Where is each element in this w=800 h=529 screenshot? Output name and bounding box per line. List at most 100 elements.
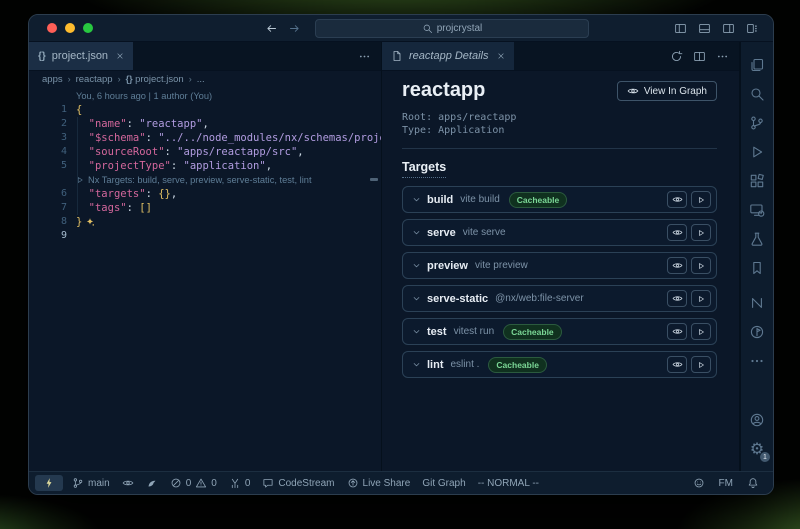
target-test-run-button[interactable] xyxy=(691,323,711,340)
status-live-share[interactable]: Live Share xyxy=(341,472,417,494)
target-command: vitest run xyxy=(454,326,495,337)
status-notifications[interactable] xyxy=(741,472,765,494)
line-number: 4 xyxy=(29,145,67,159)
target-card-preview[interactable]: previewvite preview xyxy=(402,252,717,279)
status-pet[interactable] xyxy=(140,472,164,494)
activity-accounts[interactable] xyxy=(741,405,773,434)
status-git-branch[interactable]: main xyxy=(66,472,116,494)
target-serve-static-view-button[interactable] xyxy=(667,290,687,307)
codelens-row: You, 6 hours ago | 1 author (You) xyxy=(29,89,381,103)
back-icon[interactable] xyxy=(265,22,278,35)
type-value: Application xyxy=(438,125,504,136)
view-in-graph-button[interactable]: View In Graph xyxy=(617,81,717,101)
activity-source-control[interactable] xyxy=(741,108,773,137)
line-number: 2 xyxy=(29,117,67,131)
target-name: serve-static xyxy=(427,293,488,305)
codelens-link[interactable]: Nx Targets: build, serve, preview, serve… xyxy=(67,173,312,187)
close-tab-icon[interactable] xyxy=(497,52,505,60)
breadcrumb: apps›reactapp›{} project.json›... xyxy=(29,71,381,87)
project-details-panel: reactapp View In Graph Root: apps/reacta… xyxy=(382,71,739,471)
refresh-icon[interactable] xyxy=(670,50,683,63)
code-line-9: 9 xyxy=(29,229,381,243)
activity-settings[interactable]: ⚙1 xyxy=(741,434,773,463)
activity-run-and-debug[interactable] xyxy=(741,137,773,166)
status-codestream[interactable]: CodeStream xyxy=(256,472,340,494)
activity-explorer[interactable] xyxy=(741,50,773,79)
editor-actions-left xyxy=(358,42,381,70)
root-value: apps/reactapp xyxy=(438,112,516,123)
target-card-build[interactable]: buildvite buildCacheable xyxy=(402,186,717,213)
status-vim-mode[interactable]: -- NORMAL -- xyxy=(472,472,545,494)
tab-reactapp-details[interactable]: reactapp Details xyxy=(382,42,514,70)
comment-icon xyxy=(262,477,274,489)
target-preview-run-button[interactable] xyxy=(691,257,711,274)
forward-icon[interactable] xyxy=(288,22,301,35)
activity-nx-console[interactable] xyxy=(741,288,773,317)
target-name: lint xyxy=(427,359,444,371)
breadcrumb-item-apps[interactable]: apps xyxy=(42,74,63,85)
breadcrumb-item-reactapp[interactable]: reactapp xyxy=(76,74,113,85)
target-build-view-button[interactable] xyxy=(667,191,687,208)
target-build-run-button[interactable] xyxy=(691,191,711,208)
target-serve-view-button[interactable] xyxy=(667,224,687,241)
codelens-link[interactable]: You, 6 hours ago | 1 author (You) xyxy=(67,89,212,103)
status-remote-indicator[interactable] xyxy=(35,475,63,491)
divider xyxy=(402,148,717,149)
minimize-window-button[interactable] xyxy=(65,23,75,33)
zoom-window-button[interactable] xyxy=(83,23,93,33)
chevron-down-icon[interactable] xyxy=(411,359,422,370)
tab-label: project.json xyxy=(52,50,108,62)
chevron-down-icon[interactable] xyxy=(411,293,422,304)
status-merge-status[interactable]: 0 xyxy=(223,472,257,494)
status-problems[interactable]: 00 xyxy=(164,472,223,494)
target-card-test[interactable]: testvitest runCacheable xyxy=(402,318,717,345)
activity-search[interactable] xyxy=(741,79,773,108)
status-text: Live Share xyxy=(363,478,411,489)
code-editor[interactable]: You, 6 hours ago | 1 author (You)1{2 "na… xyxy=(29,87,381,471)
close-window-button[interactable] xyxy=(47,23,57,33)
editor-actions-more-icon[interactable] xyxy=(716,50,729,63)
chevron-down-icon[interactable] xyxy=(411,227,422,238)
chevron-down-icon[interactable] xyxy=(411,326,422,337)
status-git-graph[interactable]: Git Graph xyxy=(416,472,471,494)
command-center[interactable]: projcrystal xyxy=(315,19,589,38)
chevron-down-icon[interactable] xyxy=(411,260,422,271)
cacheable-badge: Cacheable xyxy=(488,357,547,373)
target-lint-view-button[interactable] xyxy=(667,356,687,373)
status-gitlens-toggle[interactable] xyxy=(116,472,140,494)
target-card-lint[interactable]: linteslint .Cacheable xyxy=(402,351,717,378)
toggle-primary-sidebar-icon[interactable] xyxy=(674,22,687,35)
status-text: CodeStream xyxy=(278,478,334,489)
activity-remote-explorer[interactable] xyxy=(741,195,773,224)
activity-bookmarks[interactable] xyxy=(741,253,773,282)
target-preview-view-button[interactable] xyxy=(667,257,687,274)
editor-actions-more-icon[interactable] xyxy=(358,50,371,63)
breadcrumb-item-project-json[interactable]: {} project.json xyxy=(126,74,184,85)
target-card-serve-static[interactable]: serve-static@nx/web:file-server xyxy=(402,285,717,312)
activity-project-explorer[interactable] xyxy=(741,317,773,346)
code-text: "tags": [] xyxy=(67,201,152,215)
tab-project-json[interactable]: {} project.json xyxy=(29,42,133,70)
status-feedback[interactable] xyxy=(687,472,711,494)
chevron-down-icon[interactable] xyxy=(411,194,422,205)
customize-layout-icon[interactable] xyxy=(746,22,759,35)
breadcrumb-item--[interactable]: ... xyxy=(197,74,205,85)
target-card-serve[interactable]: servevite serve xyxy=(402,219,717,246)
activity-more-views[interactable] xyxy=(741,346,773,375)
toggle-panel-icon[interactable] xyxy=(698,22,711,35)
vscode-window: projcrystal {} project.json apps›reactap… xyxy=(28,14,774,495)
status-text: -- NORMAL -- xyxy=(478,478,539,489)
target-serve-static-run-button[interactable] xyxy=(691,290,711,307)
status-format[interactable]: FM xyxy=(713,472,739,494)
activity-extensions[interactable] xyxy=(741,166,773,195)
toggle-secondary-sidebar-icon[interactable] xyxy=(722,22,735,35)
target-lint-run-button[interactable] xyxy=(691,356,711,373)
activity-testing[interactable] xyxy=(741,224,773,253)
target-serve-run-button[interactable] xyxy=(691,224,711,241)
target-test-view-button[interactable] xyxy=(667,323,687,340)
split-editor-icon[interactable] xyxy=(693,50,706,63)
code-line-5: 5 "projectType": "application", xyxy=(29,159,381,173)
close-tab-icon[interactable] xyxy=(116,52,124,60)
code-text: "sourceRoot": "apps/reactapp/src", xyxy=(67,145,304,159)
json-file-icon: {} xyxy=(38,51,46,62)
